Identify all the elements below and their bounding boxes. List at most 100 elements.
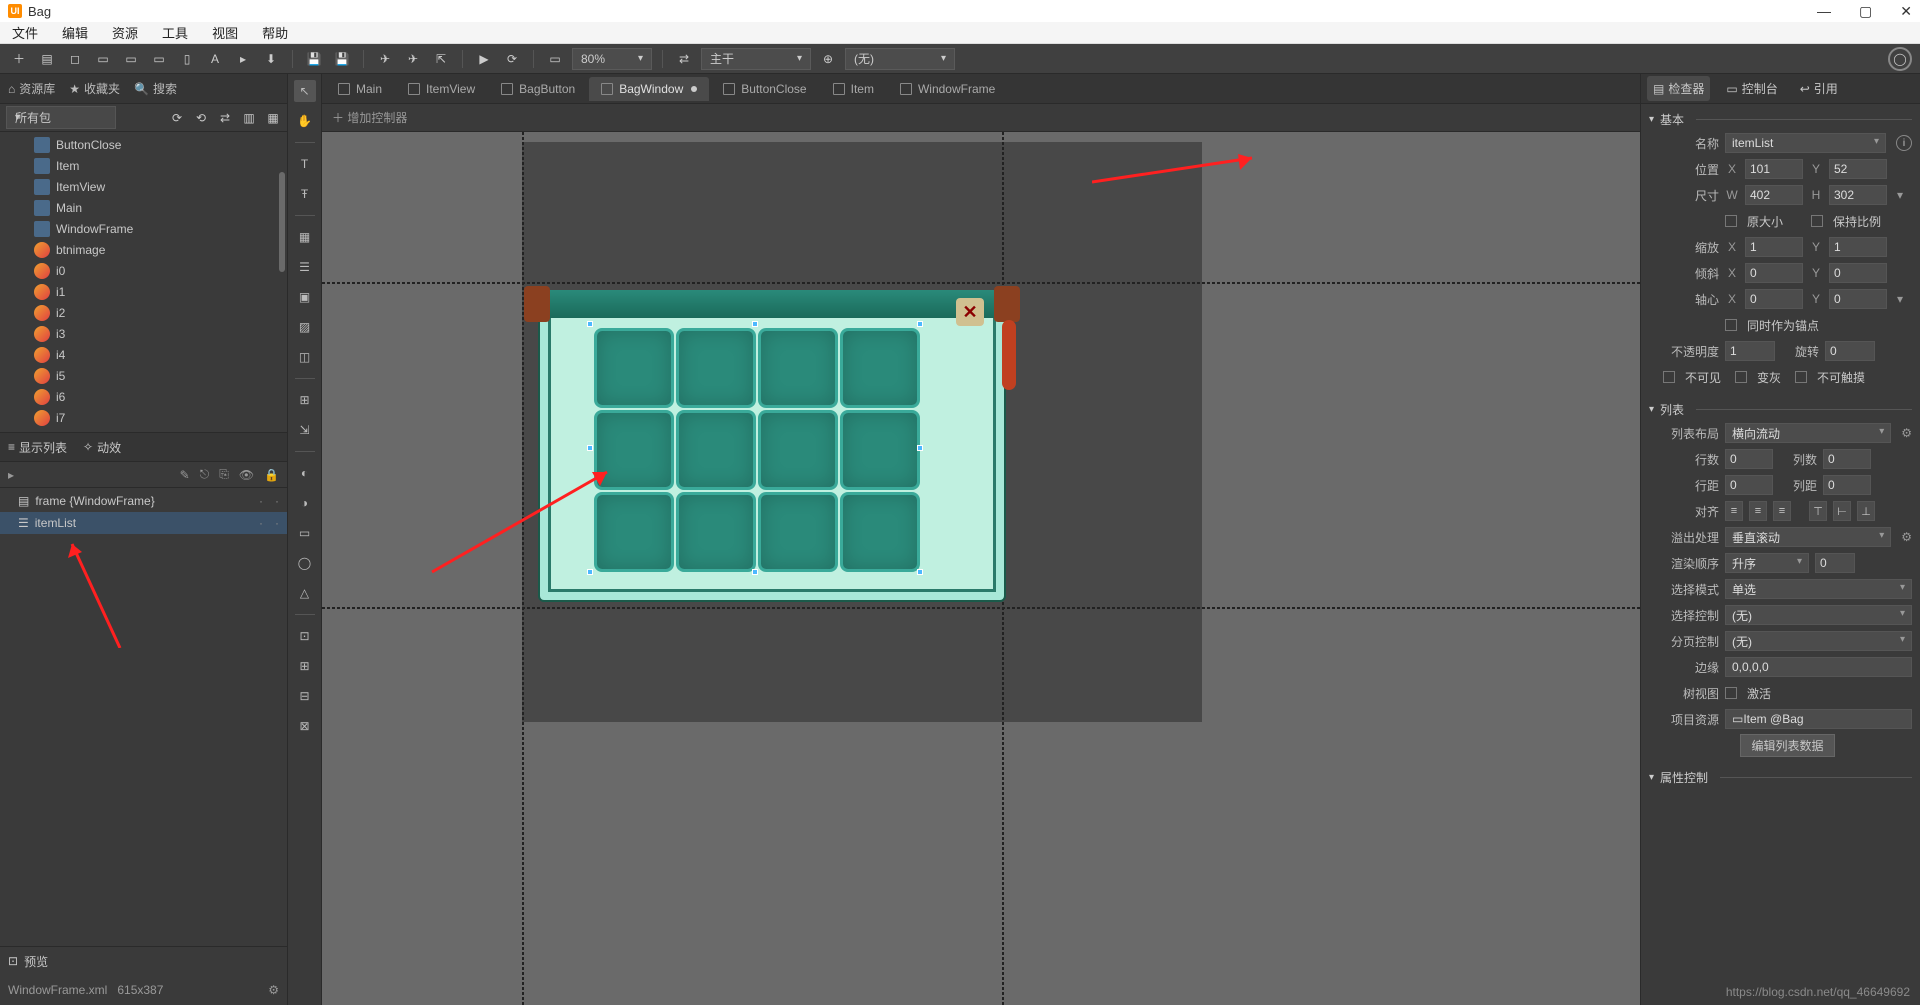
lock-icon[interactable]: 🔒 bbox=[264, 468, 279, 482]
panel3-icon[interactable]: ▭ bbox=[148, 48, 170, 70]
chevron-down-icon[interactable]: ▾ bbox=[1897, 188, 1903, 202]
tab-inspector[interactable]: ▤ 检查器 bbox=[1647, 76, 1710, 101]
refresh-icon[interactable]: ⟳ bbox=[501, 48, 523, 70]
send2-icon[interactable]: ✈ bbox=[402, 48, 424, 70]
asset-item[interactable]: i5 bbox=[0, 365, 287, 386]
file-icon[interactable]: ▤ bbox=[36, 48, 58, 70]
asset-list[interactable]: ButtonCloseItemItemViewMainWindowFramebt… bbox=[0, 132, 287, 432]
richtext-icon[interactable]: Ŧ bbox=[294, 183, 316, 205]
pos-x[interactable]: 101 bbox=[1745, 159, 1803, 179]
text-icon[interactable]: A bbox=[204, 48, 226, 70]
cols-field[interactable]: 0 bbox=[1823, 449, 1871, 469]
doc-tab[interactable]: BagButton bbox=[489, 77, 587, 101]
asset-item[interactable]: i1 bbox=[0, 281, 287, 302]
anchor-check[interactable] bbox=[1725, 319, 1737, 331]
save-icon[interactable]: 💾 bbox=[303, 48, 325, 70]
tree-check[interactable] bbox=[1725, 687, 1737, 699]
shape4-icon[interactable]: ◯ bbox=[294, 552, 316, 574]
section-attr-control[interactable]: ▾属性控制 bbox=[1649, 766, 1912, 788]
page-control[interactable]: (无) bbox=[1725, 631, 1912, 651]
hierarchy[interactable]: ▤frame {WindowFrame}··☰itemList·· bbox=[0, 488, 287, 946]
tab-display-list[interactable]: ≡ 显示列表 bbox=[8, 439, 67, 456]
doc-tab[interactable]: Item bbox=[821, 77, 886, 101]
doc-tab[interactable]: ItemView bbox=[396, 77, 487, 101]
skew-x[interactable]: 0 bbox=[1745, 263, 1803, 283]
send-icon[interactable]: ✈ bbox=[374, 48, 396, 70]
opacity-field[interactable]: 1 bbox=[1725, 341, 1775, 361]
columns-icon[interactable]: ▥ bbox=[241, 110, 257, 126]
align-combo[interactable]: 主干▾ bbox=[701, 48, 811, 70]
menu-help[interactable]: 帮助 bbox=[262, 23, 288, 42]
render-num[interactable]: 0 bbox=[1815, 553, 1855, 573]
refresh-icon[interactable]: ⟳ bbox=[169, 110, 185, 126]
gear-icon[interactable]: ⚙ bbox=[1901, 530, 1912, 544]
shape1-icon[interactable]: ◐ bbox=[294, 462, 316, 484]
extra1-icon[interactable]: ⊡ bbox=[294, 625, 316, 647]
skew-y[interactable]: 0 bbox=[1829, 263, 1887, 283]
pointer-icon[interactable]: ↖ bbox=[294, 80, 316, 102]
asset-item[interactable]: i0 bbox=[0, 260, 287, 281]
maximize-button[interactable]: ▢ bbox=[1859, 3, 1872, 20]
scale-y[interactable]: 1 bbox=[1829, 237, 1887, 257]
menu-file[interactable]: 文件 bbox=[12, 23, 38, 42]
close-x-icon[interactable]: ✕ bbox=[956, 298, 984, 326]
size-w[interactable]: 402 bbox=[1745, 185, 1803, 205]
asset-item[interactable]: i4 bbox=[0, 344, 287, 365]
list-layout[interactable]: 横向流动 bbox=[1725, 423, 1891, 443]
list-tool-icon[interactable]: ☰ bbox=[294, 256, 316, 278]
align-left-icon[interactable]: ≡ bbox=[1725, 501, 1743, 521]
item-resource[interactable]: ▭ Item @Bag bbox=[1725, 709, 1912, 729]
play-icon[interactable]: ▸ bbox=[8, 468, 14, 482]
edit-list-data-button[interactable]: 编辑列表数据 bbox=[1740, 734, 1834, 757]
valign-mid-icon[interactable]: ⊢ bbox=[1833, 501, 1851, 521]
orig-size-check[interactable] bbox=[1725, 215, 1737, 227]
minimize-button[interactable]: — bbox=[1817, 3, 1831, 20]
section-basic[interactable]: ▾基本 bbox=[1649, 108, 1912, 130]
rows-field[interactable]: 0 bbox=[1725, 449, 1773, 469]
canvas[interactable]: ✕ bbox=[322, 132, 1640, 1005]
graph-icon[interactable]: ▨ bbox=[294, 316, 316, 338]
asset-item[interactable]: ButtonClose bbox=[0, 134, 287, 155]
gray-check[interactable] bbox=[1735, 371, 1747, 383]
hierarchy-item[interactable]: ▤frame {WindowFrame}·· bbox=[0, 490, 287, 512]
colgap-field[interactable]: 0 bbox=[1823, 475, 1871, 495]
doc-tab[interactable]: ButtonClose bbox=[711, 77, 818, 101]
menu-edit[interactable]: 编辑 bbox=[62, 23, 88, 42]
item-list-grid[interactable] bbox=[594, 328, 920, 572]
extra4-icon[interactable]: ⊠ bbox=[294, 715, 316, 737]
play-icon[interactable]: ▸ bbox=[232, 48, 254, 70]
pivot-x[interactable]: 0 bbox=[1745, 289, 1803, 309]
preview-play-icon[interactable]: ▶ bbox=[473, 48, 495, 70]
asset-item[interactable]: i7 bbox=[0, 407, 287, 428]
size-h[interactable]: 302 bbox=[1829, 185, 1887, 205]
menu-view[interactable]: 视图 bbox=[212, 23, 238, 42]
menu-tool[interactable]: 工具 bbox=[162, 23, 188, 42]
grid-icon[interactable]: ▦ bbox=[265, 110, 281, 126]
asset-item[interactable]: Main bbox=[0, 197, 287, 218]
overflow-field[interactable]: 垂直滚动 bbox=[1725, 527, 1891, 547]
package-filter[interactable]: 所有包▾ bbox=[6, 106, 116, 129]
doc-tab[interactable]: BagWindow bbox=[589, 77, 709, 101]
margin-field[interactable]: 0,0,0,0 bbox=[1725, 657, 1912, 677]
panel2-icon[interactable]: ▭ bbox=[120, 48, 142, 70]
device-icon[interactable]: ▯ bbox=[176, 48, 198, 70]
sync-icon[interactable]: ⟲ bbox=[193, 110, 209, 126]
zoom-combo[interactable]: 80%▾ bbox=[572, 48, 652, 70]
shape5-icon[interactable]: △ bbox=[294, 582, 316, 604]
section-list[interactable]: ▾列表 bbox=[1649, 398, 1912, 420]
tab-search[interactable]: 🔍 搜索 bbox=[134, 80, 177, 97]
bag-window-preview[interactable]: ✕ bbox=[538, 302, 1006, 602]
pivot-y[interactable]: 0 bbox=[1829, 289, 1887, 309]
tab-console[interactable]: ▭ 控制台 bbox=[1720, 76, 1783, 101]
info-icon[interactable]: i bbox=[1896, 135, 1912, 151]
loader-icon[interactable]: ▣ bbox=[294, 286, 316, 308]
valign-top-icon[interactable]: ⊤ bbox=[1809, 501, 1827, 521]
tab-reference[interactable]: ↩ 引用 bbox=[1794, 76, 1844, 101]
asset-item[interactable]: btnimage bbox=[0, 239, 287, 260]
panel-icon[interactable]: ▭ bbox=[92, 48, 114, 70]
saveall-icon[interactable]: 💾 bbox=[331, 48, 353, 70]
globe-icon[interactable]: ⊕ bbox=[817, 48, 839, 70]
add-controller[interactable]: ＋ 增加控制器 bbox=[332, 109, 407, 126]
relation-icon[interactable]: ⇲ bbox=[294, 419, 316, 441]
rowgap-field[interactable]: 0 bbox=[1725, 475, 1773, 495]
